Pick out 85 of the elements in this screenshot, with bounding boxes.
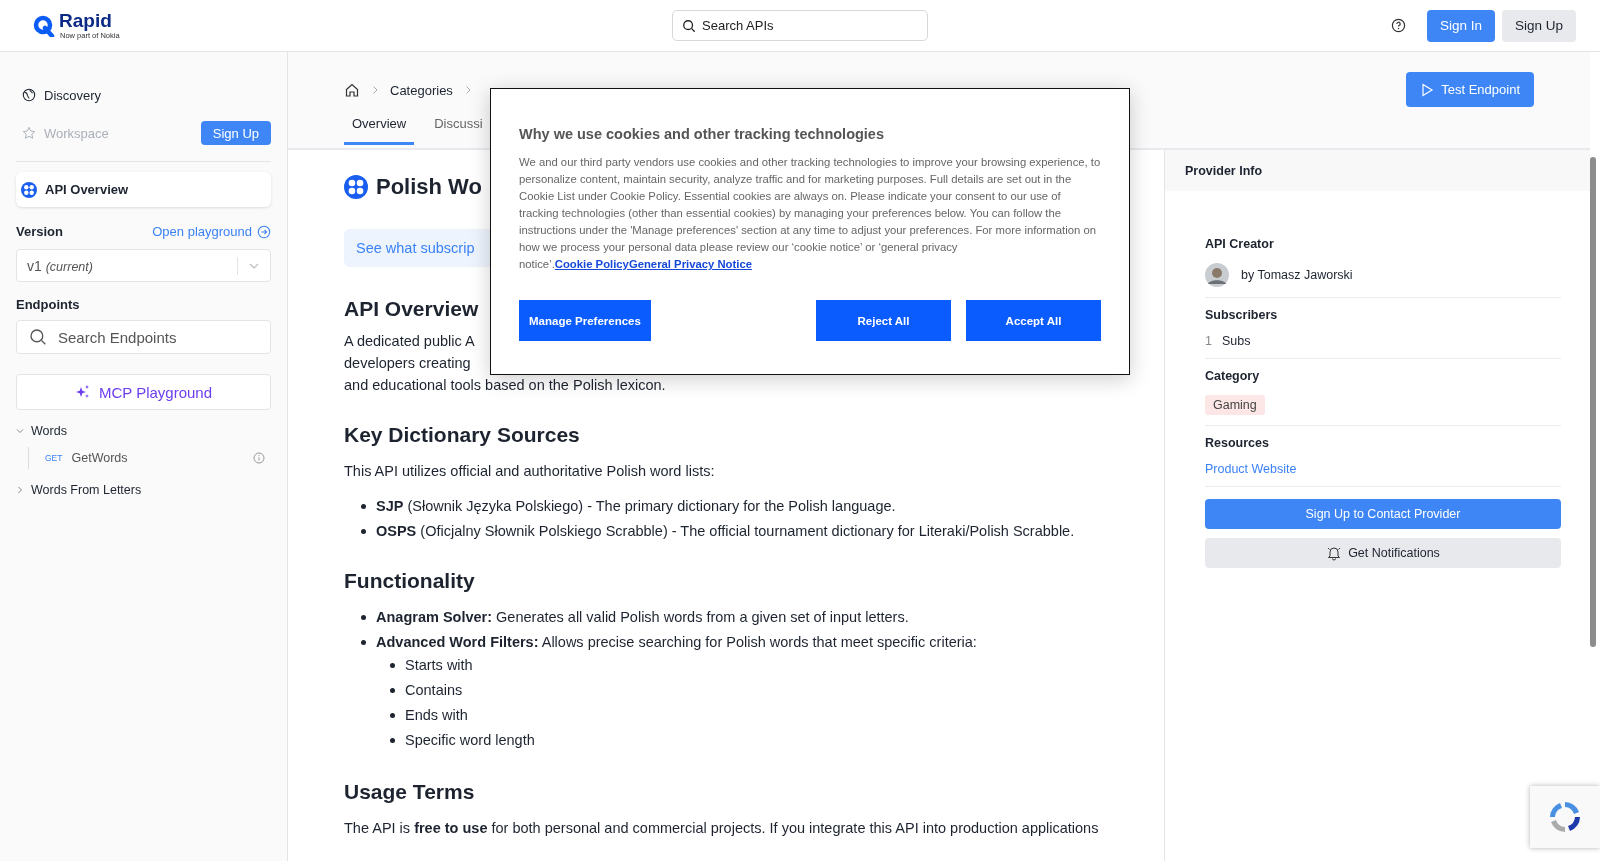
bell-icon <box>1326 545 1343 561</box>
star-icon <box>22 126 36 140</box>
logo-name: Rapid <box>59 11 113 31</box>
panel-title: Provider Info <box>1185 163 1263 178</box>
section-heading: API Overview <box>344 297 479 321</box>
paragraph-line: developers creating <box>344 354 471 373</box>
endpoint-item[interactable]: GET GetWords <box>45 451 128 465</box>
list-item: Contains <box>405 681 463 700</box>
api-icon <box>344 175 368 199</box>
test-endpoint-button[interactable]: Test Endpoint <box>1406 72 1534 107</box>
field-label: Resources <box>1205 436 1270 450</box>
help-icon[interactable] <box>1390 18 1406 33</box>
api-overview-link[interactable]: API Overview <box>16 172 271 207</box>
notifications-button[interactable]: Get Notifications <box>1205 538 1561 568</box>
open-playground-link[interactable]: Open playground <box>152 224 271 239</box>
scrollbar[interactable] <box>1590 52 1600 861</box>
bullet <box>361 529 366 534</box>
version-select[interactable]: v1 (current) <box>16 249 271 282</box>
list-item: Ends with <box>405 706 468 725</box>
endpoints-label: Endpoints <box>16 297 81 312</box>
globe-icon <box>22 88 36 102</box>
bullet <box>361 504 366 509</box>
product-website-link[interactable]: Product Website <box>1205 462 1561 476</box>
paragraph-line: A dedicated public A <box>344 332 475 351</box>
list-item: Anagram Solver: Generates all valid Polish words from a given set of input letters. <box>376 609 909 625</box>
section-heading: Key Dictionary Sources <box>344 423 580 447</box>
field-label: Category <box>1205 369 1261 383</box>
contact-provider-button[interactable]: Sign Up to Contact Provider <box>1205 499 1561 529</box>
search-icon <box>682 18 696 33</box>
subscriber-unit: Subs <box>1221 334 1251 348</box>
tab[interactable]: Discussi <box>426 110 491 145</box>
search-field[interactable]: Search APIs <box>672 10 928 41</box>
policy-link[interactable]: Cookie Policy <box>554 258 629 270</box>
mcp-playground-button[interactable]: MCP Playground <box>16 374 271 410</box>
bullet <box>361 615 366 620</box>
tree-group[interactable]: Words From Letters <box>16 473 271 506</box>
list-item: Advanced Word Filters: Allows precise searching for Polish words that meet specific criteria: <box>376 634 977 650</box>
bullet <box>390 663 395 668</box>
dialog-title: Why we use cookies and other tracking technologies <box>519 126 885 142</box>
list-item: Specific word length <box>405 731 535 750</box>
subscriber-count: 1 <box>1205 334 1212 348</box>
sign-up-button[interactable]: Sign Up <box>1501 9 1576 42</box>
endpoint-search-field[interactable]: Search Endpoints <box>16 320 271 354</box>
section-heading: Usage Terms <box>344 780 475 804</box>
bullet <box>390 688 395 693</box>
sign-up-button[interactable]: Sign Up <box>200 121 271 145</box>
field-label: API Creator <box>1205 237 1275 251</box>
arrow-circle-icon <box>257 224 271 239</box>
chevron-down-icon <box>16 426 24 435</box>
sparkle-icon <box>74 384 91 400</box>
sign-in-button[interactable]: Sign In <box>1426 9 1495 42</box>
logo-icon <box>33 14 55 37</box>
field-label: Subscribers <box>1205 308 1279 322</box>
manage-preferences-button[interactable]: Manage Preferences <box>519 300 651 341</box>
breadcrumb-link[interactable]: Categories <box>390 82 453 98</box>
chevron-right-icon <box>16 485 24 494</box>
accept-all-button[interactable]: Accept All <box>966 300 1101 341</box>
bullet <box>390 713 395 718</box>
section-heading: Functionality <box>344 569 475 593</box>
policy-link[interactable]: General Privacy Notice <box>628 258 752 270</box>
captcha-badge[interactable] <box>1530 786 1600 848</box>
info-icon[interactable] <box>253 452 265 464</box>
bullet <box>361 640 366 645</box>
paragraph: This API utilizes official and authoritative Polish word lists: <box>344 462 715 481</box>
api-title: Polish Wo <box>376 174 482 200</box>
list-item: SJP (Słownik Języka Polskiego) - The primary dictionary for the Polish language. <box>376 498 896 514</box>
list-item: OSPS (Oficjalny Słownik Polskiego Scrabble) - The official tournament dictionary for Literaki/Polish Scrabble. <box>376 523 1075 539</box>
paragraph-line: and educational tools based on the Polish lexicon. <box>344 376 666 395</box>
list-item: Starts with <box>405 656 473 675</box>
dialog-text: We and our third party vendors use cookies and other tracking technologies to improve your browsing experience, to personalize content, maintain security, analyze traffic and for marketing purposes. Full details are set out in the Cookie List under Cookie Policy. Essential cookies are always on. Please indicate your consent to our use of tracking technologies (other than essential cookies) by managing your preferences below. You can follow the instructions under the 'Manage preferences' section at any time to adjust your preferences. For more information on how we process your personal data please review our ‘cookie notice’ or ‘general privacy notice’.Cookie PolicyGeneral Privacy Notice <box>519 155 1101 272</box>
bullet <box>390 738 395 743</box>
chevron-right-icon <box>370 85 380 95</box>
version-label: Version <box>16 224 63 239</box>
paragraph: The API is free to use for both personal and commercial projects. If you integrate this API into production applications <box>344 819 1099 838</box>
avatar <box>1205 263 1229 287</box>
api-icon <box>21 181 37 198</box>
creator-name: by Tomasz Jaworski <box>1241 268 1353 282</box>
play-icon <box>1420 82 1435 97</box>
search-icon <box>29 328 47 346</box>
reject-all-button[interactable]: Reject All <box>816 300 951 341</box>
home-icon[interactable] <box>344 82 360 98</box>
tree-group[interactable]: Words <box>16 414 271 447</box>
category-tag[interactable]: Gaming <box>1205 395 1265 415</box>
tab[interactable]: Overview <box>344 110 415 145</box>
nav-link[interactable]: Discovery <box>16 87 102 103</box>
